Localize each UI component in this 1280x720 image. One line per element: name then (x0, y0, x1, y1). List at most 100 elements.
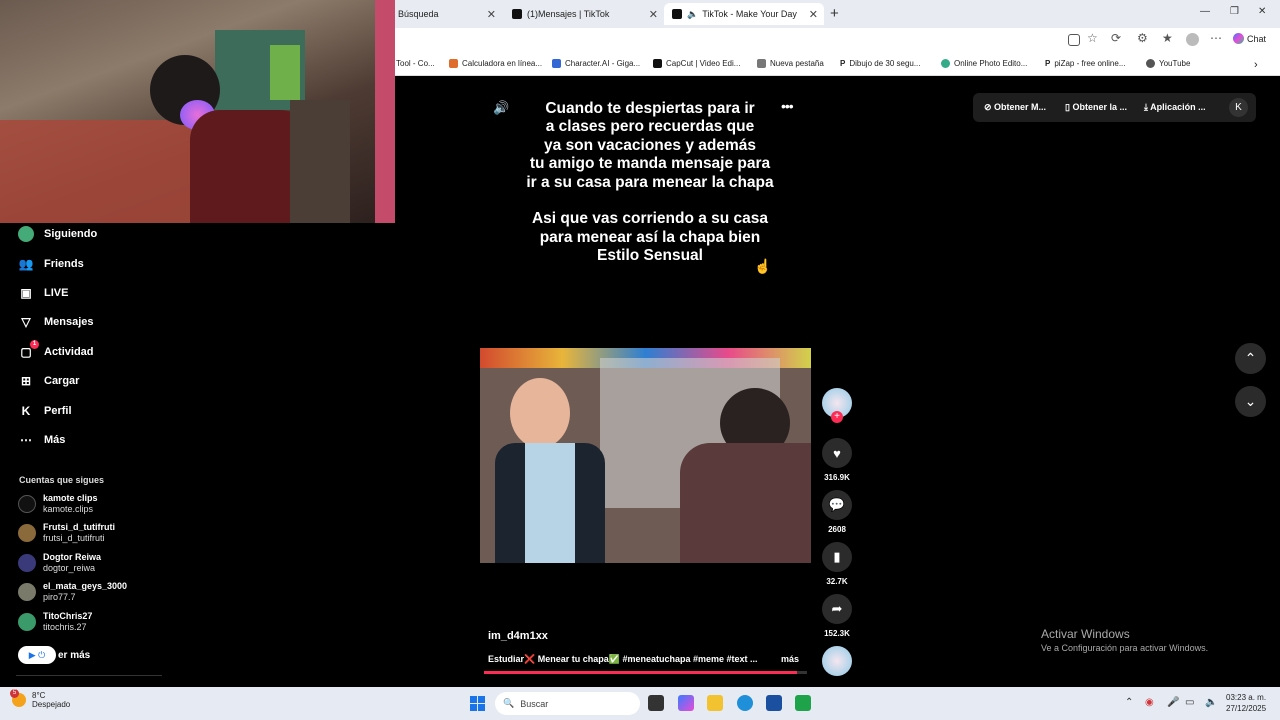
file-explorer-icon[interactable] (707, 695, 723, 711)
microphone-icon[interactable]: 🎤 (1167, 697, 1179, 708)
save-count: 32.7K (826, 577, 848, 586)
description-more-link[interactable]: más (781, 654, 799, 664)
taskbar-clock[interactable]: 03:23 a. m. 27/12/2025 (1226, 692, 1266, 714)
sidebar-item-mensajes[interactable]: ▽ Mensajes (18, 314, 93, 330)
show-hidden-icons[interactable]: ⌃ (1125, 697, 1133, 708)
tab-busqueda[interactable]: Búsqueda ✕ (390, 3, 502, 25)
close-window-icon[interactable]: ✕ (1258, 6, 1266, 17)
bookmark-item[interactable]: Nueva pestaña (757, 59, 824, 68)
avatar (18, 613, 36, 631)
see-more-link[interactable]: ▶ ⏻ er más (18, 646, 90, 664)
close-icon[interactable]: ✕ (809, 8, 818, 21)
bookmark-item[interactable]: YouTube (1146, 59, 1190, 68)
chevron-right-icon[interactable]: › (1254, 59, 1258, 71)
copilot-chat-button[interactable]: Chat (1233, 33, 1266, 44)
like-button[interactable]: ♥ 316.9K (822, 438, 852, 482)
new-tab-button[interactable]: + (830, 5, 839, 22)
weather-sun-icon: 5 (10, 689, 26, 707)
extensions-icon[interactable]: ⚙ (1137, 31, 1148, 45)
creator-avatar-button[interactable]: + (822, 388, 852, 423)
activity-icon: ▢ 1 (18, 340, 39, 360)
weather-temp: 8°C (32, 691, 46, 700)
sidebar-item-perfil[interactable]: K Perfil (18, 403, 72, 419)
more-menu-icon[interactable]: ⋯ (1210, 31, 1222, 45)
share-button[interactable]: ➦ 152.3K (822, 594, 852, 638)
minimize-icon[interactable]: — (1200, 6, 1210, 17)
edge-browser-icon[interactable] (737, 695, 753, 711)
taskbar-search[interactable]: 🔍 Buscar (495, 692, 640, 715)
network-icon[interactable]: ▭ (1185, 697, 1194, 708)
follow-plus-icon[interactable]: + (831, 411, 843, 423)
search-icon: 🔍 (503, 698, 515, 708)
start-button[interactable] (470, 696, 485, 711)
chevron-up-icon: ⌃ (1244, 350, 1257, 366)
favorites-icon[interactable]: ★ (1162, 31, 1173, 45)
clock-time: 03:23 a. m. (1226, 693, 1267, 702)
followed-account[interactable]: Dogtor Reiwa dogtor_reiwa (18, 552, 101, 574)
copilot-app-icon[interactable] (678, 695, 694, 711)
followed-account[interactable]: TitoChris27 titochris.27 (18, 611, 92, 633)
comment-icon: 💬 (822, 490, 852, 520)
webcam-chair (290, 100, 350, 223)
live-icon: ▣ (20, 286, 32, 300)
bookmark-item[interactable]: P Dibujo de 30 segu... (840, 59, 921, 68)
share-icon: ➦ (822, 594, 852, 624)
video-author[interactable]: im_d4m1xx (488, 630, 548, 642)
get-app-button[interactable]: ▯ Obtener la ... (1065, 102, 1127, 113)
app-icon[interactable] (795, 695, 811, 711)
account-handle: kamote.clips (43, 504, 94, 514)
bookmark-label: piZap - free online... (1054, 59, 1126, 68)
sidebar-item-cargar[interactable]: ⊞ Cargar (18, 373, 80, 389)
video-person-face (510, 378, 570, 448)
comment-button[interactable]: 💬 2608 (822, 490, 852, 534)
sound-disc-button[interactable] (822, 646, 852, 676)
favorite-star-icon[interactable]: ☆ (1087, 31, 1098, 45)
followed-account[interactable]: el_mata_geys_3000 piro77.7 (18, 581, 127, 603)
restore-icon[interactable]: ❐ (1230, 6, 1239, 17)
tab-label: TikTok - Make Your Day (702, 9, 797, 19)
browser-profile-avatar[interactable] (1186, 33, 1199, 46)
account-name: Frutsi_d_tutifruti (43, 522, 115, 532)
next-video-button[interactable]: ⌄ (1235, 386, 1266, 417)
bookmark-item[interactable]: CapCut | Video Edi... (653, 59, 740, 68)
bookmark-item[interactable]: Online Photo Edito... (941, 59, 1027, 68)
video-player[interactable] (480, 348, 811, 563)
sidebar-item-friends[interactable]: 👥 Friends (18, 256, 84, 272)
save-button[interactable]: ▮ 32.7K (822, 542, 852, 586)
tab-mensajes[interactable]: (1)Mensajes | TikTok ✕ (504, 3, 664, 25)
messages-icon: ▽ (21, 315, 31, 329)
followed-account[interactable]: Frutsi_d_tutifruti frutsi_d_tutifruti (18, 522, 115, 544)
copilot-icon (1233, 33, 1244, 44)
desktop-app-button[interactable]: ⤓ Aplicación ... (1144, 102, 1206, 113)
bookmark-item[interactable]: PpiZap - free online... (1045, 59, 1126, 68)
close-icon[interactable]: ✕ (487, 8, 496, 21)
sidebar-item-label: Cargar (44, 375, 80, 387)
bookmark-item[interactable]: Calculadora en línea... (449, 59, 542, 68)
profile-avatar[interactable]: K (1229, 98, 1248, 117)
reader-icon[interactable] (1068, 34, 1080, 46)
get-coins-button[interactable]: ⊘ Obtener M... (984, 102, 1046, 113)
volume-tray-icon[interactable]: 🔈 (1205, 697, 1217, 708)
video-progress-bar[interactable] (484, 671, 807, 674)
tab-label: (1)Mensajes | TikTok (527, 9, 610, 19)
sidebar-item-siguiendo[interactable]: Siguiendo (18, 226, 97, 242)
security-icon[interactable]: ◉ (1145, 697, 1154, 708)
refresh-icon[interactable]: ⟳ (1111, 31, 1121, 45)
sidebar-item-actividad[interactable]: ▢ 1 Actividad (18, 340, 94, 360)
like-count: 316.9K (824, 473, 850, 482)
tab-tiktok-active[interactable]: 🔈 TikTok - Make Your Day ✕ (664, 3, 824, 25)
bookmark-item[interactable]: Character.AI - Giga... (552, 59, 640, 68)
sidebar-item-mas[interactable]: ⋯ Más (18, 432, 65, 448)
webcam-edge (375, 0, 395, 223)
close-icon[interactable]: ✕ (649, 8, 658, 21)
sidebar-item-live[interactable]: ▣ LIVE (18, 285, 68, 301)
followed-account[interactable]: kamote clips kamote.clips (18, 493, 98, 515)
caption-line: Cuando te despiertas para ir (545, 100, 755, 117)
bookmark-item[interactable]: Tool - Co... (396, 59, 435, 68)
store-icon[interactable] (766, 695, 782, 711)
caption-line: Asi que vas corriendo a su casa (531, 210, 769, 228)
previous-video-button[interactable]: ⌃ (1235, 343, 1266, 374)
weather-widget[interactable]: 5 8°C Despejado (10, 689, 70, 709)
bookmark-label: Nueva pestaña (770, 59, 824, 68)
task-view-icon[interactable] (648, 695, 664, 711)
